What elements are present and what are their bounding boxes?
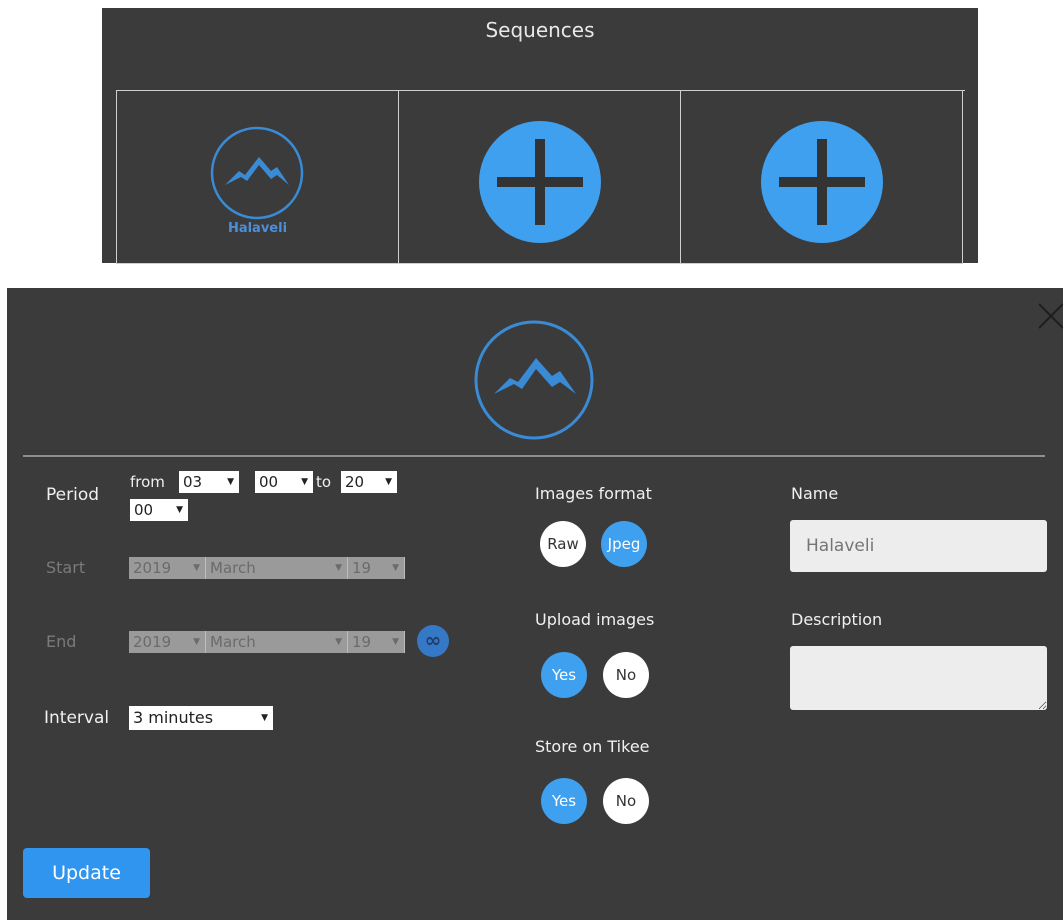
mountain-icon (474, 320, 594, 440)
divider (23, 455, 1045, 457)
sequences-panel: Sequences Halaveli (102, 8, 978, 264)
name-label: Name (791, 484, 839, 503)
from-hour-select[interactable]: 03 ▼ (179, 471, 239, 493)
add-sequence-slot[interactable] (681, 91, 963, 264)
raw-option[interactable]: Raw (540, 521, 586, 567)
plus-icon[interactable] (761, 121, 883, 243)
chevron-down-icon: ▼ (227, 477, 234, 487)
end-year-select[interactable]: 2019 ▼ (129, 631, 206, 653)
upload-no-option[interactable]: No (603, 652, 649, 698)
from-label: from (130, 473, 165, 491)
to-label: to (316, 473, 332, 491)
sequences-grid: Halaveli (116, 90, 965, 264)
start-year-select[interactable]: 2019 ▼ (129, 557, 206, 579)
sequence-name: Halaveli (227, 221, 288, 236)
from-minute-select[interactable]: 00 ▼ (255, 471, 313, 493)
plus-icon[interactable] (479, 121, 601, 243)
chevron-down-icon: ▼ (385, 477, 392, 487)
infinity-icon[interactable]: ∞ (417, 625, 449, 657)
period-label: Period (46, 485, 100, 505)
to-minute-select[interactable]: 00 ▼ (130, 499, 188, 521)
close-icon[interactable] (1033, 302, 1063, 332)
end-month-select[interactable]: March ▼ (206, 631, 348, 653)
interval-label: Interval (44, 708, 110, 728)
end-day-select[interactable]: 19 ▼ (348, 631, 405, 653)
add-sequence-slot[interactable] (399, 91, 681, 264)
name-input[interactable] (790, 520, 1047, 572)
store-yes-option[interactable]: Yes (541, 778, 587, 824)
store-no-option[interactable]: No (603, 778, 649, 824)
sequence-card-halaveli[interactable]: Halaveli (117, 91, 399, 264)
upload-images-label: Upload images (535, 610, 655, 629)
description-label: Description (791, 610, 883, 629)
chevron-down-icon: ▼ (301, 477, 308, 487)
description-textarea[interactable] (790, 646, 1047, 710)
start-day-select[interactable]: 19 ▼ (348, 557, 405, 579)
chevron-down-icon: ▼ (261, 713, 268, 723)
to-hour-select[interactable]: 20 ▼ (341, 471, 397, 493)
sequence-edit-dialog: Period from 03 ▼ 00 ▼ to 20 ▼ 00 ▼ Start 201… (7, 288, 1063, 920)
start-month-select[interactable]: March ▼ (206, 557, 348, 579)
end-label: End (46, 632, 77, 651)
update-button[interactable]: Update (23, 848, 150, 898)
upload-yes-option[interactable]: Yes (541, 652, 587, 698)
start-label: Start (46, 558, 86, 577)
images-format-label: Images format (535, 484, 652, 503)
store-on-tikee-label: Store on Tikee (535, 737, 650, 756)
interval-select[interactable]: 3 minutes ▼ (129, 706, 273, 730)
chevron-down-icon: ▼ (176, 505, 183, 515)
jpeg-option[interactable]: Jpeg (601, 521, 647, 567)
mountain-icon (210, 126, 304, 220)
sequences-title: Sequences (485, 18, 595, 42)
